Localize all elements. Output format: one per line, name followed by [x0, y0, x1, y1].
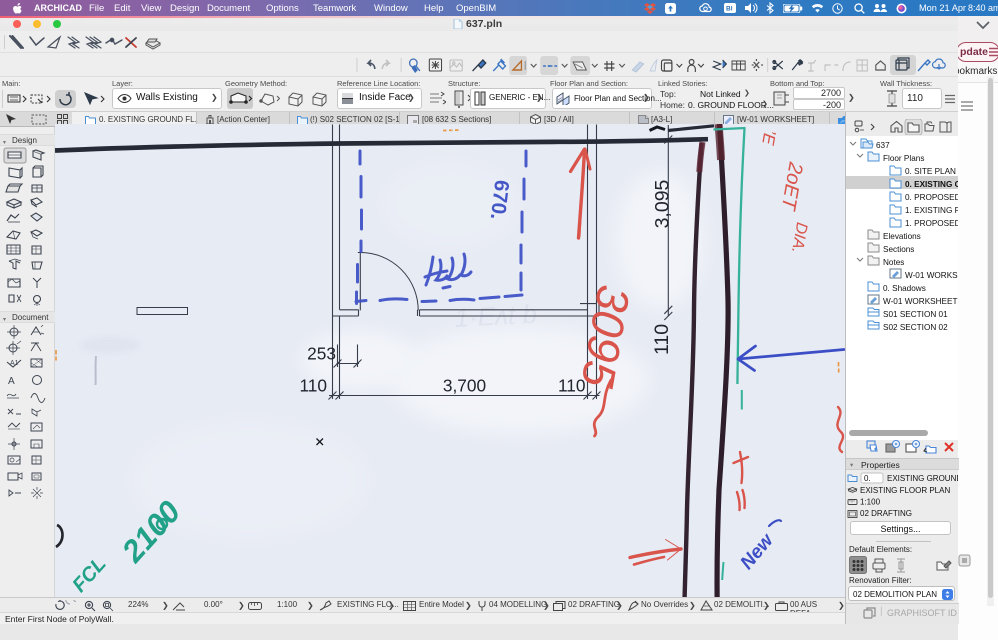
svg-text:110: 110	[299, 376, 327, 396]
svg-text:EXISTING GROUND FLO: EXISTING GROUND FLO	[887, 474, 958, 483]
svg-text:Sections: Sections	[883, 245, 914, 254]
svg-text:0. EXISTING GROUN: 0. EXISTING GROUN	[905, 180, 958, 189]
svg-text:1:100: 1:100	[860, 498, 881, 507]
svg-text:A: A	[8, 376, 15, 387]
svg-text:3,095: 3,095	[651, 179, 673, 228]
svg-text:110: 110	[651, 324, 673, 355]
svg-text:W-01 WORKSHEET: W-01 WORKSHEET	[905, 271, 958, 280]
svg-text:253: 253	[307, 344, 336, 364]
svg-text:A1: A1	[10, 360, 19, 367]
svg-text:670.: 670.	[486, 179, 514, 221]
svg-text:0. Shadows: 0. Shadows	[883, 284, 926, 293]
svg-text:S02 SECTION 02: S02 SECTION 02	[883, 323, 948, 332]
svg-text:3,700: 3,700	[443, 376, 486, 396]
svg-text:637: 637	[876, 141, 890, 150]
svg-text:W-01 WORKSHEET: W-01 WORKSHEET	[883, 297, 957, 306]
svg-text:S01 SECTION 01: S01 SECTION 01	[883, 310, 948, 319]
svg-text:1. EXISTING FIRST FL: 1. EXISTING FIRST FL	[905, 206, 958, 215]
svg-text:Floor Plans: Floor Plans	[883, 154, 924, 163]
svg-text:0.: 0.	[864, 474, 871, 483]
svg-text:1. PROPOSED FIRST F: 1. PROPOSED FIRST F	[905, 219, 958, 228]
svg-text:Notes: Notes	[883, 258, 904, 267]
svg-text:0. SITE PLAN: 0. SITE PLAN	[905, 167, 956, 176]
svg-text:Elevations: Elevations	[883, 232, 921, 241]
svg-text:Bl: Bl	[726, 6, 733, 13]
svg-text:0. PROPOSED GROUN: 0. PROPOSED GROUN	[905, 193, 958, 202]
svg-text:EXISTING FLOOR PLAN: EXISTING FLOOR PLAN	[860, 486, 950, 495]
svg-text:02 DRAFTING: 02 DRAFTING	[860, 509, 912, 518]
